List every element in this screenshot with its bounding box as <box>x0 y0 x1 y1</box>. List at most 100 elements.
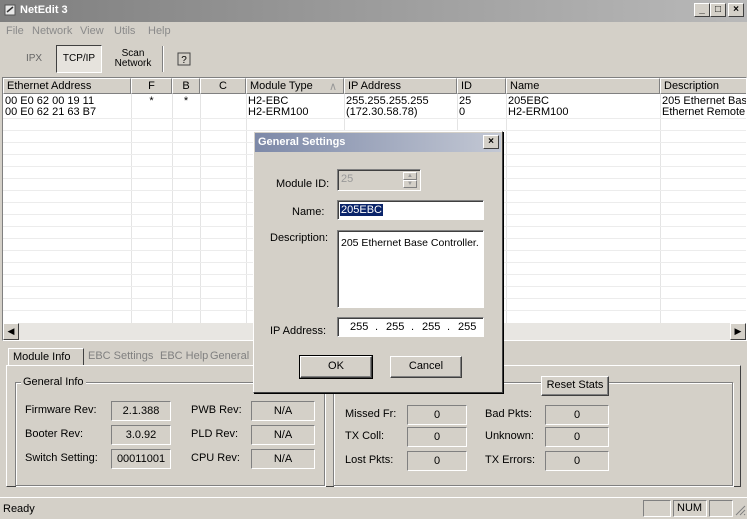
scroll-left-button[interactable]: ◀ <box>3 323 19 340</box>
ip-octet-3[interactable]: 255 <box>422 321 440 333</box>
dialog-title-bar: General Settings × <box>255 133 501 152</box>
toolbar-separator <box>162 46 164 72</box>
firmware-label: Firmware Rev: <box>25 404 97 416</box>
ok-button[interactable]: OK <box>299 355 373 379</box>
question-icon: ? <box>177 52 191 66</box>
ip-dot: . <box>411 321 415 333</box>
grid-line <box>660 94 661 324</box>
ip-address-label: IP Address: <box>270 325 327 337</box>
name-label: Name: <box>292 206 325 218</box>
help-button[interactable]: ? <box>172 45 196 73</box>
ip-octet-2[interactable]: 255 <box>386 321 404 333</box>
col-b[interactable]: B <box>172 78 200 94</box>
maximize-button[interactable]: □ <box>710 3 726 17</box>
col-module-type-label: Module Type <box>250 80 313 92</box>
menu-bar: File Network View Utils Help <box>0 22 747 40</box>
col-ethernet-address[interactable]: Ethernet Address <box>3 78 131 94</box>
minimize-button[interactable]: _ <box>694 3 710 17</box>
close-button[interactable]: × <box>728 3 744 17</box>
ip-octet-1[interactable]: 255 <box>350 321 368 333</box>
spin-up-button[interactable]: ▲ <box>403 172 417 180</box>
tab-ebc-settings[interactable]: EBC Settings <box>84 348 157 366</box>
arrow-right-icon: ▶ <box>734 326 742 336</box>
ipx-button[interactable]: IPX <box>16 45 52 73</box>
ip-address-input[interactable]: 255 . 255 . 255 . 255 <box>337 317 484 337</box>
module-id-label: Module ID: <box>276 178 330 190</box>
unknown-value: 0 <box>545 427 609 447</box>
col-ip-address[interactable]: IP Address <box>344 78 457 94</box>
txcoll-label: TX Coll: <box>345 430 385 442</box>
col-c[interactable]: C <box>200 78 246 94</box>
window-title: NetEdit 3 <box>20 4 68 16</box>
svg-text:?: ? <box>181 55 187 66</box>
grid-line <box>200 94 201 324</box>
name-value: 205EBC <box>340 204 383 216</box>
status-text: Ready <box>3 503 35 515</box>
switch-value: 00011001 <box>111 449 171 469</box>
col-name[interactable]: Name <box>506 78 660 94</box>
txerr-value: 0 <box>545 451 609 471</box>
network-label: Network <box>114 58 152 69</box>
cpu-value: N/A <box>251 449 315 469</box>
missed-value: 0 <box>407 405 467 425</box>
module-id-spinner[interactable]: 25 ▲ ▼ <box>337 169 421 191</box>
title-bar: NetEdit 3 _ □ × <box>0 0 747 22</box>
module-id-value: 25 <box>341 173 354 185</box>
cell-name: H2-ERM100 <box>508 106 569 118</box>
reset-stats-button[interactable]: Reset Stats <box>541 376 609 396</box>
col-id[interactable]: ID <box>457 78 506 94</box>
general-settings-dialog: General Settings × Module ID: 25 ▲ ▼ Nam… <box>253 131 503 393</box>
cell-module-type: H2-ERM100 <box>248 106 309 118</box>
cancel-button[interactable]: Cancel <box>390 356 462 378</box>
missed-label: Missed Fr: <box>345 408 397 420</box>
status-bar: Ready NUM <box>0 497 747 519</box>
cell-ip-address: (172.30.58.78) <box>346 106 418 118</box>
scroll-right-button[interactable]: ▶ <box>730 323 746 340</box>
menu-help[interactable]: Help <box>148 25 171 37</box>
status-panel-empty <box>643 500 671 517</box>
cell-id: 0 <box>459 106 466 118</box>
menu-view[interactable]: View <box>80 25 104 37</box>
dialog-title: General Settings <box>258 136 346 148</box>
tcpip-button[interactable]: TCP/IP <box>56 45 102 73</box>
tab-general[interactable]: General I <box>206 348 259 366</box>
pld-label: PLD Rev: <box>191 428 239 440</box>
table-row[interactable]: 00 E0 62 21 63 B7 H2-ERM100 (172.30.58.7… <box>3 106 746 118</box>
grid-line <box>172 94 173 324</box>
tab-module-info[interactable]: Module Info <box>8 348 84 366</box>
ip-dot: . <box>375 321 379 333</box>
pld-value: N/A <box>251 425 315 445</box>
booter-label: Booter Rev: <box>25 428 84 440</box>
cell-description: Ethernet Remote <box>662 106 746 118</box>
col-f[interactable]: F <box>131 78 172 94</box>
resize-grip-icon[interactable] <box>734 504 746 516</box>
menu-file[interactable]: File <box>6 25 24 37</box>
scan-network-button[interactable]: Scan Network <box>108 45 158 73</box>
bad-value: 0 <box>545 405 609 425</box>
tab-ebc-help[interactable]: EBC Help <box>156 348 212 366</box>
ip-octet-4[interactable]: 255 <box>458 321 476 333</box>
ip-dot: . <box>447 321 451 333</box>
spin-down-button[interactable]: ▼ <box>403 180 417 188</box>
grid-line <box>131 94 132 324</box>
description-textarea[interactable]: 205 Ethernet Base Controller. <box>337 230 484 308</box>
general-info-title: General Info <box>21 376 86 388</box>
txcoll-value: 0 <box>407 427 467 447</box>
lost-label: Lost Pkts: <box>345 454 394 466</box>
num-lock-indicator: NUM <box>673 500 707 517</box>
pwb-value: N/A <box>251 401 315 421</box>
col-description[interactable]: Description <box>660 78 746 94</box>
grid-line <box>506 94 507 324</box>
pwb-label: PWB Rev: <box>191 404 242 416</box>
txerr-label: TX Errors: <box>485 454 536 466</box>
name-input[interactable]: 205EBC <box>337 200 484 220</box>
menu-utils[interactable]: Utils <box>114 25 135 37</box>
menu-network[interactable]: Network <box>32 25 72 37</box>
booter-value: 3.0.92 <box>111 425 171 445</box>
firmware-value: 2.1.388 <box>111 401 171 421</box>
grid-line <box>3 118 746 119</box>
dialog-close-button[interactable]: × <box>483 135 499 149</box>
lost-value: 0 <box>407 451 467 471</box>
col-module-type[interactable]: Module Type ∧ <box>246 78 344 94</box>
arrow-left-icon: ◀ <box>7 326 15 336</box>
